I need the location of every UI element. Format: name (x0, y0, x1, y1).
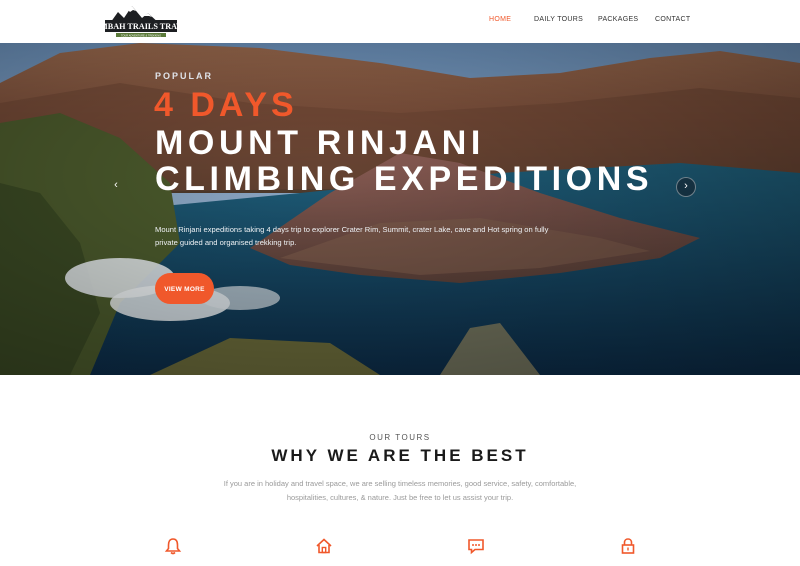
section-subtitle: OUR TOURS (369, 433, 431, 442)
section-title: WHY WE ARE THE BEST (271, 446, 529, 465)
view-more-button[interactable]: VIEW MORE (155, 273, 214, 304)
slider-prev-arrow[interactable]: ‹ (107, 177, 125, 195)
chevron-left-icon: ‹ (114, 179, 118, 191)
bell-icon (164, 538, 182, 555)
nav-daily-tours[interactable]: DAILY TOURS (534, 16, 583, 23)
lock-icon (621, 538, 635, 554)
hero-days: 4 DAYS (154, 86, 298, 124)
brand-name: LEMBAH TRAILS TRAVEL (104, 22, 178, 31)
home-icon (316, 538, 332, 554)
site-header: LEMBAH TRAILS TRAVEL TOUR ADVENTURE & TR… (0, 0, 800, 43)
brand-logo[interactable]: LEMBAH TRAILS TRAVEL TOUR ADVENTURE & TR… (104, 4, 178, 38)
hero-slider: POPULAR 4 DAYS MOUNT RINJANI CLIMBING EX… (0, 43, 800, 375)
brand-tagline: TOUR ADVENTURE & TREKKING (121, 33, 161, 37)
hero-title-line1: MOUNT RINJANI (155, 124, 485, 162)
slider-next-arrow[interactable]: › (676, 177, 696, 197)
hero-eyebrow: POPULAR (155, 71, 214, 81)
nav-packages[interactable]: PACKAGES (598, 16, 638, 23)
hero-description: Mount Rinjani expeditions taking 4 days … (155, 225, 549, 247)
section-text: If you are in holiday and travel space, … (223, 479, 577, 502)
nav-contact[interactable]: CONTACT (655, 16, 690, 23)
chevron-right-icon: › (684, 180, 688, 192)
chat-icon (468, 539, 484, 555)
hero-background-image (0, 43, 800, 375)
nav-home[interactable]: HOME (489, 16, 511, 23)
hero-title-line2: CLIMBING EXPEDITIONS (155, 160, 654, 198)
